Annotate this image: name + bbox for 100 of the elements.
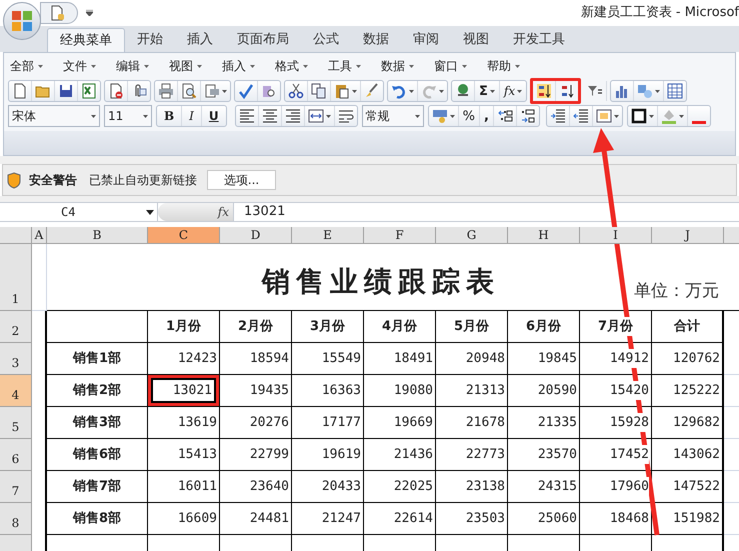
save-icon[interactable]	[58, 83, 74, 99]
ribbon-tab[interactable]: 数据	[351, 28, 401, 52]
spelling-check-icon[interactable]	[238, 83, 254, 99]
dropdown-caret-icon[interactable]	[414, 114, 420, 118]
sort-ascending-icon[interactable]	[536, 83, 552, 99]
align-center-icon[interactable]	[262, 108, 278, 124]
column-header[interactable]: D	[220, 227, 292, 244]
document-block-icon[interactable]	[108, 83, 124, 99]
formula-input[interactable]: 13021	[234, 203, 739, 221]
office-button[interactable]	[3, 2, 41, 40]
align-left-icon[interactable]	[238, 108, 255, 124]
font-size-dropdown[interactable]: 11	[104, 105, 152, 127]
column-header[interactable]: J	[652, 227, 724, 244]
menu-item[interactable]: 格式	[275, 57, 308, 75]
column-header[interactable]: B	[47, 227, 148, 244]
row-header[interactable]: 8	[0, 503, 32, 535]
print-preview-icon[interactable]	[181, 83, 197, 99]
dropdown-caret-icon[interactable]	[648, 114, 654, 118]
border-icon[interactable]	[630, 108, 647, 124]
ribbon-tab[interactable]: 页面布局	[225, 28, 301, 52]
align-right-icon[interactable]	[284, 108, 301, 124]
row-header[interactable]: 3	[0, 343, 32, 375]
percent-button[interactable]: %	[462, 110, 476, 122]
merge-center-icon[interactable]	[308, 108, 324, 124]
column-header[interactable]: G	[436, 227, 508, 244]
options-button[interactable]: 选项...	[207, 170, 276, 190]
ribbon-tab[interactable]: 开发工具	[501, 28, 577, 52]
decrease-decimal-icon[interactable]	[520, 108, 536, 124]
paste-icon[interactable]	[334, 83, 350, 99]
font-name-dropdown[interactable]: 宋体	[8, 105, 100, 127]
dropdown-caret-icon[interactable]	[409, 90, 414, 92]
unit-label: 单位：万元	[634, 280, 719, 304]
row-header[interactable]: 2	[0, 311, 32, 343]
scissors-icon[interactable]	[288, 83, 304, 99]
menu-item[interactable]: 帮助	[487, 57, 520, 75]
grid-icon[interactable]	[667, 83, 684, 99]
function-button[interactable]: fx	[504, 85, 516, 97]
increase-indent-icon[interactable]	[550, 108, 566, 124]
new-document-icon[interactable]	[12, 83, 28, 99]
increase-decimal-icon[interactable]	[496, 108, 513, 124]
column-header[interactable]: C	[148, 227, 220, 244]
ribbon-tab[interactable]: 开始	[125, 28, 175, 52]
dropdown-caret-icon[interactable]	[655, 90, 660, 92]
menu-item[interactable]: 窗口	[434, 57, 467, 75]
row-header[interactable]: 6	[0, 439, 32, 471]
dropdown-caret-icon[interactable]	[678, 114, 684, 118]
name-box[interactable]: C4	[0, 203, 158, 221]
column-header[interactable]: A	[32, 227, 47, 244]
wrap-text-icon[interactable]	[338, 108, 354, 124]
format-brush-icon[interactable]	[364, 83, 380, 99]
row-header[interactable]: 7	[0, 471, 32, 503]
column-header[interactable]: H	[508, 227, 580, 244]
column-header[interactable]: F	[364, 227, 436, 244]
number-format-dropdown[interactable]: 常规	[362, 105, 424, 127]
copy-icon[interactable]	[311, 83, 327, 99]
dropdown-caret-icon[interactable]	[439, 90, 444, 92]
dropdown-caret-icon[interactable]	[91, 114, 96, 118]
decrease-indent-icon[interactable]	[572, 108, 589, 124]
document-database-icon[interactable]	[51, 5, 65, 21]
menu-item[interactable]: 文件	[63, 57, 96, 75]
ribbon-tab[interactable]: 视图	[451, 28, 501, 52]
row-header[interactable]: 4	[0, 375, 32, 407]
menu-item[interactable]: 全部	[10, 57, 43, 75]
italic-button[interactable]: I	[186, 110, 197, 122]
menu-item[interactable]: 视图	[169, 57, 202, 75]
underline-button[interactable]: U	[206, 110, 222, 122]
dropdown-caret-icon[interactable]	[517, 90, 522, 92]
page-setup-icon[interactable]	[204, 83, 220, 99]
dropdown-caret-icon[interactable]	[352, 90, 357, 92]
spreadsheet-icon[interactable]	[81, 83, 97, 99]
insert-function-button[interactable]: fx	[218, 203, 229, 221]
fill-color-icon[interactable]	[660, 108, 677, 124]
row-label: 销售8部	[47, 503, 148, 535]
dropdown-caret-icon[interactable]	[490, 90, 495, 92]
column-header[interactable]: I	[580, 227, 652, 244]
active-cell[interactable]: 13021	[151, 378, 216, 403]
row-header[interactable]: 1	[0, 244, 32, 311]
customize-caret-icon[interactable]	[86, 10, 93, 16]
sum-button[interactable]: Σ	[479, 84, 488, 98]
sort-descending-icon[interactable]	[559, 83, 576, 99]
comma-style-button[interactable]: ,	[484, 110, 489, 122]
dropdown-caret-icon[interactable]	[222, 90, 227, 92]
column-header[interactable]: E	[292, 227, 364, 244]
ribbon-tab[interactable]: 经典菜单	[47, 28, 125, 52]
ribbon-tab[interactable]: 公式	[301, 28, 351, 52]
ribbon-tab[interactable]: 审阅	[401, 28, 451, 52]
dropdown-caret-icon[interactable]	[326, 114, 331, 118]
ribbon-tab[interactable]: 插入	[175, 28, 225, 52]
dropdown-caret-icon[interactable]	[614, 114, 619, 118]
undo-icon[interactable]	[391, 83, 407, 99]
bold-button[interactable]: B	[161, 110, 178, 122]
menu-item[interactable]: 数据	[381, 57, 414, 75]
dropdown-caret-icon[interactable]	[450, 114, 455, 118]
menu-item[interactable]: 插入	[222, 57, 255, 75]
menu-item[interactable]: 编辑	[116, 57, 149, 75]
menu-item[interactable]: 工具	[328, 57, 361, 75]
row-header[interactable]: 5	[0, 407, 32, 439]
dropdown-caret-icon[interactable]	[143, 114, 148, 118]
cell-format-icon[interactable]	[596, 108, 612, 124]
printer-icon[interactable]	[158, 83, 174, 99]
